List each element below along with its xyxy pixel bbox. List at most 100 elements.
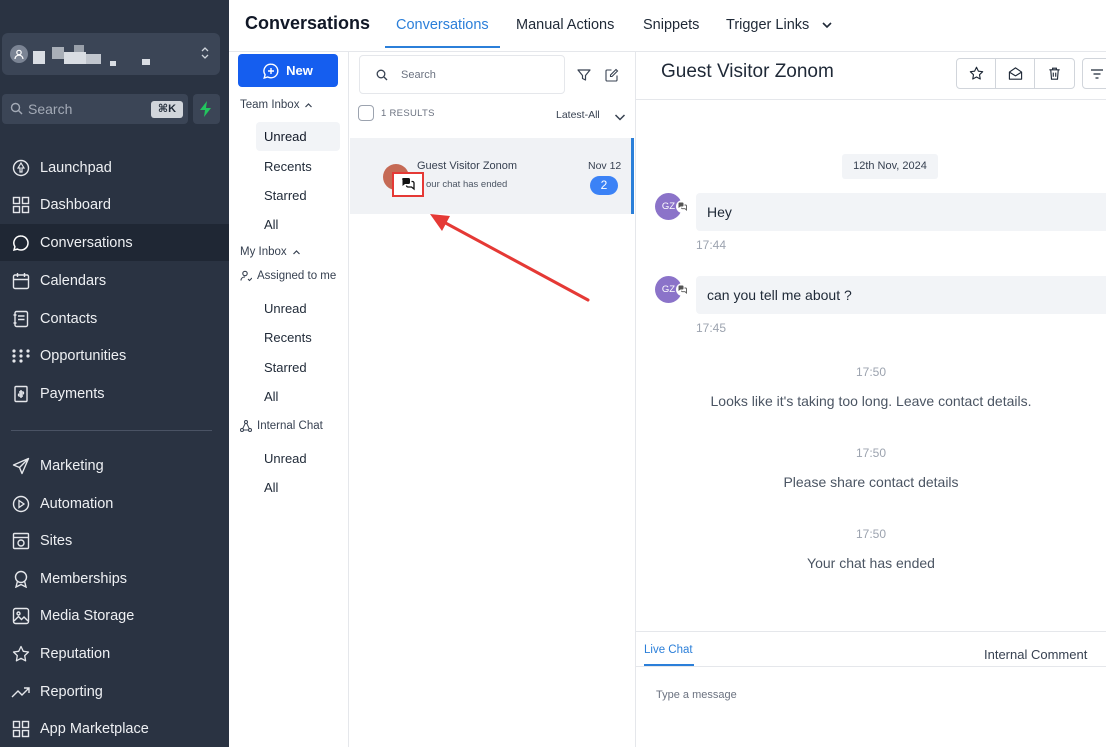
- compose-icon[interactable]: [605, 68, 619, 82]
- message-input[interactable]: Type a message: [656, 689, 737, 701]
- system-message-time: 17:50: [855, 446, 887, 460]
- nav-reporting[interactable]: Reporting: [0, 673, 229, 710]
- shortcut-badge: ⌘K: [151, 101, 183, 118]
- sort-dropdown[interactable]: Latest-All: [556, 109, 600, 121]
- nav-memberships[interactable]: Memberships: [0, 560, 229, 597]
- payments-icon: [0, 385, 40, 403]
- conversation-search[interactable]: Search: [359, 55, 565, 94]
- chat-header: Guest Visitor Zonom: [636, 52, 1106, 100]
- conversation-date: Nov 12: [588, 160, 622, 172]
- nav-media-storage[interactable]: Media Storage: [0, 597, 229, 634]
- nav-app-marketplace[interactable]: App Marketplace: [0, 710, 229, 747]
- system-message: Looks like it's taking too long. Leave c…: [710, 393, 1032, 409]
- calendar-icon: [0, 272, 40, 290]
- nav-label: Contacts: [40, 310, 98, 327]
- new-chat-icon: [263, 62, 279, 79]
- chevron-down-icon[interactable]: [821, 19, 833, 31]
- sidebar-search[interactable]: Search ⌘K: [2, 94, 188, 124]
- filter-icon[interactable]: [577, 68, 591, 82]
- internal-unread[interactable]: Unread: [256, 444, 340, 473]
- location-icon: [10, 45, 28, 63]
- mine-all[interactable]: All: [256, 382, 340, 411]
- image-icon: [0, 607, 40, 625]
- team-all[interactable]: All: [256, 210, 340, 239]
- redacted-name-block: [142, 59, 150, 65]
- team-inbox-label: Team Inbox: [240, 99, 300, 111]
- star-button[interactable]: [957, 59, 996, 88]
- annotation-arrow: [430, 214, 590, 302]
- new-conversation-button[interactable]: New: [238, 54, 338, 87]
- nav-label: Dashboard: [40, 196, 111, 213]
- nav-payments[interactable]: Payments: [0, 375, 229, 412]
- nav-launchpad[interactable]: Launchpad: [0, 149, 229, 186]
- nav-reputation[interactable]: Reputation: [0, 635, 229, 672]
- filter-lines-icon: [1091, 68, 1103, 79]
- dashboard-icon: [0, 196, 40, 214]
- composer-divider: [636, 666, 1106, 667]
- tab-conversations[interactable]: Conversations: [396, 17, 489, 33]
- nav-opportunities[interactable]: Opportunities: [0, 337, 229, 374]
- nav-dashboard[interactable]: Dashboard: [0, 186, 229, 223]
- tab-internal-comment[interactable]: Internal Comment: [984, 647, 1087, 662]
- my-inbox-toggle[interactable]: My Inbox: [240, 246, 301, 258]
- team-inbox-toggle[interactable]: Team Inbox: [240, 99, 313, 111]
- conversation-preview: our chat has ended: [426, 179, 508, 190]
- active-tab-indicator: [385, 46, 500, 48]
- team-starred[interactable]: Starred: [256, 181, 340, 210]
- chat-bubbles-icon: [402, 178, 415, 191]
- grid-icon: [0, 720, 40, 738]
- nav-sites[interactable]: Sites: [0, 522, 229, 559]
- unread-count-badge: 2: [590, 176, 618, 195]
- redacted-name-block: [64, 52, 86, 64]
- top-bar: Conversations Conversations Manual Actio…: [229, 0, 1106, 52]
- team-recents[interactable]: Recents: [256, 152, 340, 181]
- filter-lines-button[interactable]: [1082, 58, 1106, 89]
- nav-contacts[interactable]: Contacts: [0, 300, 229, 337]
- nav-calendars[interactable]: Calendars: [0, 262, 229, 299]
- internal-all[interactable]: All: [256, 473, 340, 502]
- new-button-label: New: [286, 63, 313, 78]
- nav-automation[interactable]: Automation: [0, 485, 229, 522]
- quick-actions-button[interactable]: [193, 94, 220, 124]
- select-all-checkbox[interactable]: [358, 105, 374, 121]
- sites-icon: [0, 532, 40, 550]
- nav-label: Opportunities: [40, 347, 127, 364]
- message-composer: Live Chat Internal Comment Type a messag…: [636, 631, 1106, 747]
- nav-label: Calendars: [40, 272, 107, 289]
- message-time: 17:44: [696, 238, 727, 252]
- chat-actions: [956, 58, 1075, 89]
- nav-label: Media Storage: [40, 607, 135, 624]
- mine-starred[interactable]: Starred: [256, 353, 340, 382]
- chat-bubbles-icon: [678, 285, 687, 294]
- assigned-to-me[interactable]: Assigned to me: [240, 270, 336, 282]
- nav-label: Payments: [40, 385, 105, 402]
- chevron-down-icon[interactable]: [614, 113, 626, 122]
- chat-bubbles-icon: [678, 202, 687, 211]
- team-unread[interactable]: Unread: [256, 122, 340, 151]
- tab-manual-actions[interactable]: Manual Actions: [516, 17, 614, 33]
- delete-button[interactable]: [1035, 59, 1074, 88]
- tab-snippets[interactable]: Snippets: [643, 17, 699, 33]
- mine-recents[interactable]: Recents: [256, 323, 340, 352]
- sidebar: Search ⌘K Launchpad Dashboard Conversati…: [0, 0, 229, 747]
- trash-icon: [1049, 67, 1060, 80]
- tab-trigger-links[interactable]: Trigger Links: [726, 17, 809, 33]
- mark-unread-button[interactable]: [996, 59, 1035, 88]
- assigned-label: Assigned to me: [257, 270, 337, 282]
- nav-label: App Marketplace: [40, 720, 149, 737]
- internal-chat-toggle[interactable]: Internal Chat: [240, 420, 323, 432]
- lightning-icon: [200, 101, 211, 117]
- nav-label: Conversations: [40, 234, 133, 251]
- live-chat-channel-badge: [392, 172, 424, 197]
- nav-label: Launchpad: [40, 159, 112, 176]
- nav-marketing[interactable]: Marketing: [0, 447, 229, 484]
- opportunities-icon: [0, 347, 40, 365]
- tab-live-chat[interactable]: Live Chat: [644, 644, 693, 656]
- my-inbox-label: My Inbox: [240, 246, 287, 258]
- star-icon: [0, 645, 40, 663]
- conversation-name: Guest Visitor Zonom: [417, 160, 518, 172]
- nav-conversations[interactable]: Conversations: [0, 224, 229, 261]
- trend-icon: [0, 683, 40, 701]
- location-switcher[interactable]: [2, 33, 220, 75]
- mine-unread[interactable]: Unread: [256, 294, 340, 323]
